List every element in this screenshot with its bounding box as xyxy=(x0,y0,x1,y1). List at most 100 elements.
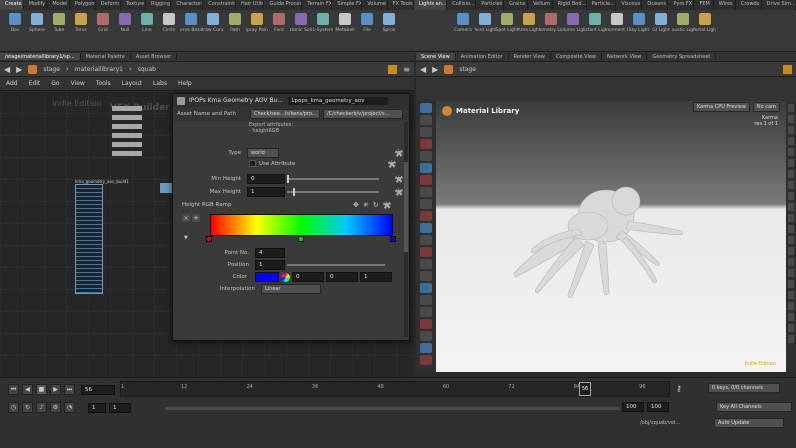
viewport-tool-button[interactable] xyxy=(420,331,432,341)
viewport-tool-button[interactable] xyxy=(420,295,432,305)
keys-channels-menu[interactable]: 0 keys, 0/0 channels xyxy=(707,383,780,393)
position-slider[interactable] xyxy=(287,264,385,266)
gear-icon[interactable] xyxy=(395,149,403,157)
min-height-field[interactable]: 0 xyxy=(247,174,285,184)
3d-viewport[interactable]: Material Library Karma CPU Preview No ca… xyxy=(436,101,786,372)
shelf-tool[interactable]: Circle xyxy=(158,13,180,33)
shelf-tab[interactable]: Characters xyxy=(171,0,204,10)
shelf-tool[interactable]: Tube xyxy=(48,13,70,33)
display-option-button[interactable] xyxy=(788,280,794,288)
display-option-button[interactable] xyxy=(788,324,794,332)
shelf-tab[interactable]: Rigging xyxy=(146,0,172,10)
gear-icon[interactable] xyxy=(388,160,396,168)
display-option-button[interactable] xyxy=(788,247,794,255)
shelf-tab[interactable]: Hair Utils xyxy=(236,0,265,10)
ramp-gradient[interactable] xyxy=(210,214,393,236)
shelf-tab[interactable]: Crowds xyxy=(736,0,762,10)
pane-tab[interactable]: /stage/materiallibrary1/sp... xyxy=(0,53,81,60)
display-option-button[interactable] xyxy=(788,104,794,112)
pane-tab[interactable]: Composite View xyxy=(551,53,602,60)
display-option-button[interactable] xyxy=(788,192,794,200)
sun-icon[interactable]: ✳ xyxy=(363,201,369,209)
frame-field[interactable]: 56 xyxy=(81,384,115,395)
pin-icon[interactable] xyxy=(783,64,792,74)
viewport-tool-button[interactable] xyxy=(420,283,432,293)
shelf-tool[interactable]: Geometry Light xyxy=(540,13,562,33)
display-option-button[interactable] xyxy=(788,269,794,277)
menu-item[interactable]: Go xyxy=(51,80,59,87)
shelf-tool[interactable]: Sky Light xyxy=(628,13,650,33)
display-option-button[interactable] xyxy=(788,335,794,343)
ramp-expand-icon[interactable]: ▼ xyxy=(184,235,188,241)
shelf-tab[interactable]: Deform xyxy=(96,0,121,10)
back-arrow-icon[interactable]: ◀ xyxy=(420,65,426,74)
gear-icon[interactable] xyxy=(395,188,403,196)
min-height-slider[interactable] xyxy=(287,175,379,183)
shelf-tab[interactable]: Vellum xyxy=(528,0,553,10)
shelf-tab[interactable]: Model xyxy=(47,0,70,10)
remove-point-icon[interactable]: × xyxy=(182,214,190,222)
use-attribute-checkbox[interactable] xyxy=(249,160,256,167)
ramp-key-red[interactable] xyxy=(206,236,212,242)
viewport-tool-button[interactable] xyxy=(420,211,432,221)
viewport-tool-button[interactable] xyxy=(420,235,432,245)
viewport-tool-button[interactable] xyxy=(420,223,432,233)
node-stack[interactable] xyxy=(112,106,142,166)
shelf-tab[interactable]: FEM xyxy=(694,0,714,10)
shelf-tool[interactable]: Spot Light xyxy=(496,13,518,33)
shelf-tool[interactable]: Volume Light xyxy=(562,13,584,33)
viewport-tool-button[interactable] xyxy=(420,151,432,161)
viewport-tool-button[interactable] xyxy=(420,175,432,185)
shelf-tab[interactable]: Particle... xyxy=(587,0,617,10)
shelf-tool[interactable]: Spiral xyxy=(378,13,400,33)
shelf-tool[interactable]: Curve Bezier xyxy=(180,13,202,33)
jump-start-icon[interactable]: ⏮ xyxy=(8,384,19,395)
asset-path-button-2[interactable]: /C/checkerb/v/project/s... xyxy=(323,109,403,119)
ramp-key-blue[interactable] xyxy=(390,236,396,242)
shelf-tool[interactable]: Camera xyxy=(452,13,474,33)
viewport-tool-button[interactable] xyxy=(420,259,432,269)
display-option-button[interactable] xyxy=(788,313,794,321)
display-option-button[interactable] xyxy=(788,181,794,189)
gear-icon[interactable] xyxy=(382,201,391,209)
options-icon[interactable]: ≡ xyxy=(403,65,410,74)
shelf-tab[interactable]: Polygon xyxy=(70,0,96,10)
shelf-tab[interactable]: Pyro FX xyxy=(668,0,695,10)
menu-item[interactable]: Labs xyxy=(153,80,167,87)
nav-obj[interactable]: stage xyxy=(459,66,476,73)
panel-title-bar[interactable]: IPOPs Kma Geometry AOV Bu... 1pops_kma_g… xyxy=(173,94,409,107)
small-node[interactable] xyxy=(160,183,172,193)
clock-icon[interactable]: ◔ xyxy=(64,402,75,413)
display-option-button[interactable] xyxy=(788,258,794,266)
shelf-tool[interactable]: Area Light xyxy=(518,13,540,33)
shelf-tab[interactable]: FX Tools xyxy=(388,0,414,10)
type-menu[interactable]: world xyxy=(247,148,279,158)
stop-icon[interactable]: ■ xyxy=(36,384,47,395)
node-name-field[interactable]: 1pops_kma_geometry_aov xyxy=(288,96,388,105)
shelf-tool[interactable]: File xyxy=(356,13,378,33)
pane-tab[interactable]: Asset Browser xyxy=(131,53,178,60)
key-icon[interactable]: ⚷ xyxy=(676,384,682,393)
menu-item[interactable]: Add xyxy=(6,80,18,87)
viewport-tool-button[interactable] xyxy=(420,271,432,281)
display-option-button[interactable] xyxy=(788,115,794,123)
loop-icon[interactable]: ↻ xyxy=(22,402,33,413)
interpolation-menu[interactable]: Linear xyxy=(261,284,321,294)
camera-menu[interactable]: No cam xyxy=(752,102,780,112)
shelf-tool[interactable]: Grid xyxy=(92,13,114,33)
pane-tab[interactable]: Geometry Spreadsheet xyxy=(647,53,717,60)
nav-obj[interactable]: stage xyxy=(43,66,60,73)
jump-end-icon[interactable]: ⏭ xyxy=(64,384,75,395)
viewport-tool-button[interactable] xyxy=(420,343,432,353)
shelf-tab[interactable]: Guide Process xyxy=(264,0,303,10)
pane-tab[interactable]: Animation Editor xyxy=(456,53,509,60)
display-option-button[interactable] xyxy=(788,137,794,145)
max-height-field[interactable]: 1 xyxy=(247,187,285,197)
vex-node[interactable] xyxy=(75,184,103,294)
viewport-tool-button[interactable] xyxy=(420,199,432,209)
color-r-field[interactable]: 0 xyxy=(292,272,324,282)
step-back-icon[interactable]: ◀ xyxy=(22,384,33,395)
back-arrow-icon[interactable]: ◀ xyxy=(4,65,10,74)
display-option-button[interactable] xyxy=(788,148,794,156)
viewport-tool-button[interactable] xyxy=(420,247,432,257)
